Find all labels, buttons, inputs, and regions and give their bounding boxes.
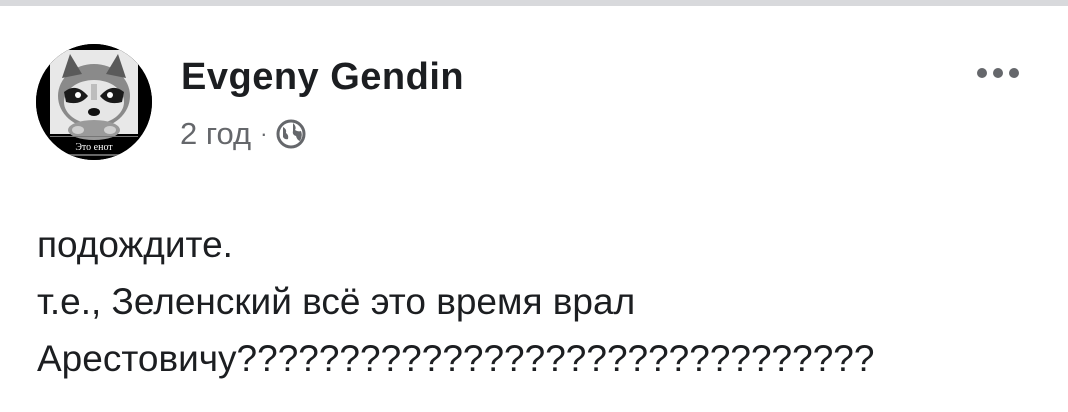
avatar-caption: Это енот [75,142,113,153]
avatar[interactable]: Это енот [36,44,152,160]
post-text: подождите. т.е., Зеленский всё это время… [37,216,874,387]
post-text-line: т.е., Зеленский всё это время врал [37,281,636,322]
raccoon-avatar-image: Это енот [36,44,152,160]
globe-icon[interactable] [275,118,307,150]
post-timestamp[interactable]: 2 год [180,116,251,152]
post-card: Это енот Evgeny Gendin 2 год · подождите… [0,6,1068,412]
meta-separator: · [260,121,268,146]
author-name[interactable]: Evgeny Gendin [181,56,464,99]
post-text-line: Арестовичу??????????????????????????????… [37,338,875,379]
post-meta: 2 год · [180,116,307,152]
more-options-icon[interactable] [968,56,1028,90]
post-text-line: подождите. [37,224,233,265]
